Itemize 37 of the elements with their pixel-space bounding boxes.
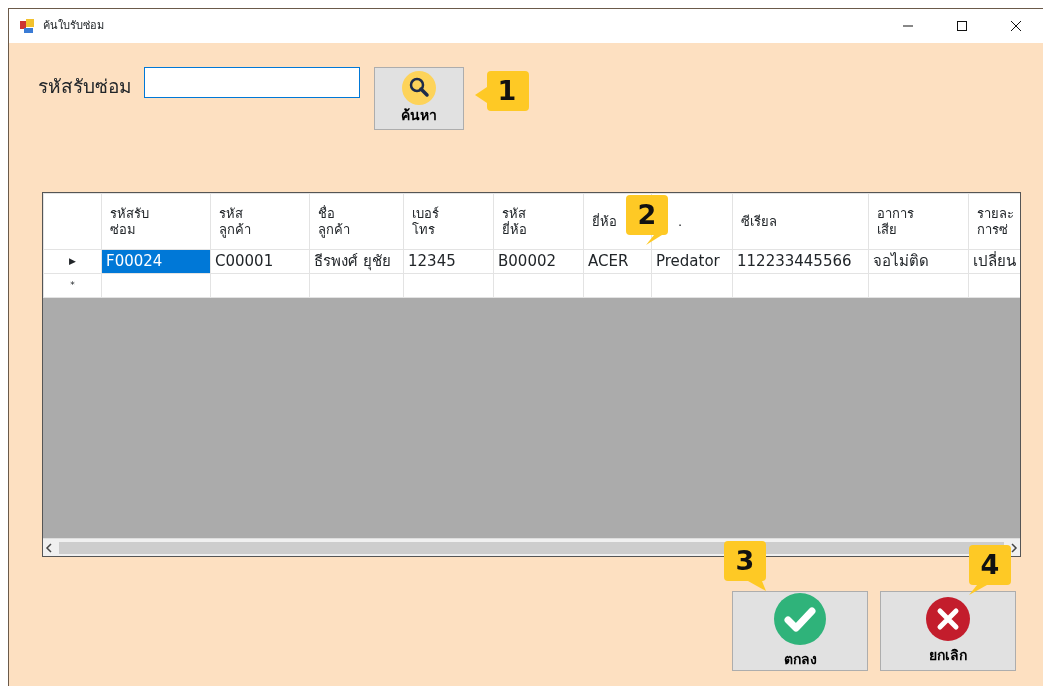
- maximize-icon: [956, 20, 968, 32]
- column-header[interactable]: ชื่อ ลูกค้า: [309, 193, 404, 250]
- scroll-left-icon[interactable]: [43, 541, 55, 554]
- column-header[interactable]: รายละ การซ่: [968, 193, 1020, 250]
- search-icon: [402, 71, 436, 105]
- column-header[interactable]: เบอร์ โทร: [403, 193, 494, 250]
- cancel-icon: [926, 596, 970, 641]
- callout-tooltip: 3: [722, 541, 768, 593]
- table-cell[interactable]: จอไม่ติด: [868, 249, 969, 274]
- column-header[interactable]: รหัสรับ ซ่อม: [101, 193, 211, 250]
- close-icon: [1010, 20, 1022, 32]
- table-cell[interactable]: เปลี่ยน: [968, 249, 1020, 274]
- window-title: ค้นใบรับซ่อม: [43, 17, 104, 34]
- callout-tooltip: 4: [967, 545, 1013, 597]
- table-cell[interactable]: ธีรพงศ์ ยุชัย: [309, 249, 404, 274]
- table-cell[interactable]: B00002: [493, 249, 584, 274]
- table-cell[interactable]: C00001: [210, 249, 310, 274]
- column-header[interactable]: รหัส ยี่ห้อ: [493, 193, 584, 250]
- column-header[interactable]: ซีเรียล: [732, 193, 869, 250]
- search-button[interactable]: ค้นหา: [374, 67, 464, 130]
- table-cell[interactable]: ACER: [583, 249, 652, 274]
- column-header[interactable]: รหัส ลูกค้า: [210, 193, 310, 250]
- table-cell[interactable]: 112233445566: [732, 249, 869, 274]
- row-marker: ▶: [43, 249, 102, 274]
- ok-button[interactable]: ตกลง: [732, 591, 868, 671]
- column-header[interactable]: อาการ เสีย: [868, 193, 969, 250]
- check-icon: [774, 592, 826, 645]
- scroll-right-icon[interactable]: [1008, 541, 1020, 554]
- table-cell[interactable]: 12345: [403, 249, 494, 274]
- table-cell[interactable]: Predator: [651, 249, 733, 274]
- callout-tooltip: 2: [624, 195, 670, 247]
- cancel-button[interactable]: ยกเลิก: [880, 591, 1016, 671]
- input-field[interactable]: [144, 67, 360, 98]
- field-label: รหัสรับซ่อม: [38, 74, 132, 99]
- app-icon: [19, 18, 35, 34]
- new-row-marker: *: [43, 273, 102, 298]
- table-cell[interactable]: F00024: [101, 249, 211, 274]
